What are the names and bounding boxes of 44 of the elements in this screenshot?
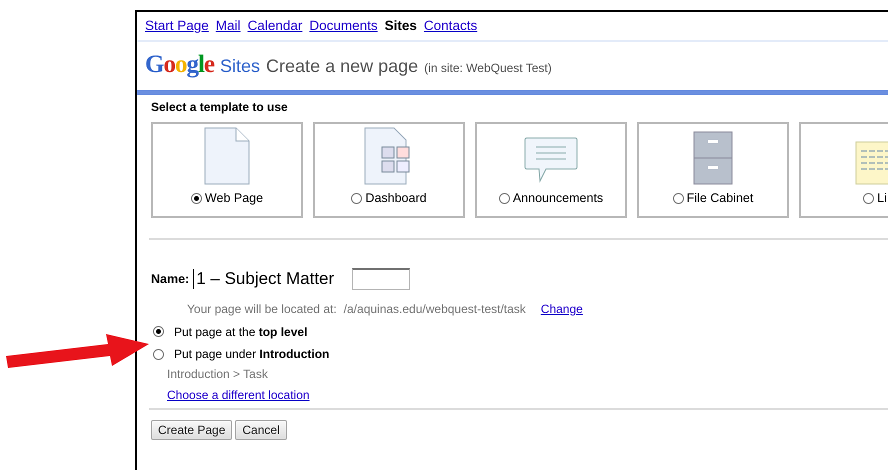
radio-button[interactable] (498, 193, 510, 204)
section-heading: Select a template to use (151, 100, 289, 114)
nav-link[interactable]: Documents (309, 16, 378, 36)
option-label: Put page under Introduction (174, 346, 330, 362)
template-label: Web Page (204, 191, 264, 206)
nav-link[interactable]: Contacts (424, 16, 478, 36)
form-button[interactable]: Cancel (235, 420, 287, 440)
name-label: Name: (151, 272, 190, 287)
speech-bubble-icon (524, 137, 578, 186)
google-logo: Google (145, 50, 214, 80)
change-link[interactable]: Change (540, 302, 583, 317)
site-note: (in site: WebQuest Test) (424, 60, 552, 78)
template-card[interactable]: Announcements (475, 122, 627, 218)
template-card[interactable]: Dashboard (313, 122, 465, 218)
page-icon (204, 127, 250, 186)
file-cabinet-icon (693, 131, 733, 186)
template-label: Li (877, 191, 887, 206)
radio-button[interactable] (190, 193, 202, 204)
radio-button[interactable] (863, 193, 874, 204)
template-card[interactable]: Li (799, 122, 888, 218)
nav-link[interactable]: Calendar (248, 16, 302, 36)
nav-current: Sites (384, 17, 417, 35)
template-label: File Cabinet (686, 191, 754, 206)
radio-button[interactable] (672, 193, 684, 204)
template-label: Dashboard (365, 191, 427, 206)
nav-link[interactable]: Mail (216, 16, 241, 36)
typed-name: 1 – Subject Matter (193, 268, 334, 290)
template-card[interactable]: File Cabinet (637, 122, 789, 218)
radio-button[interactable] (351, 193, 362, 204)
form-button[interactable]: Create Page (151, 420, 232, 440)
radio-button[interactable] (153, 348, 164, 360)
option-label: Put page at the top level (174, 324, 308, 339)
list-icon (855, 141, 888, 186)
input-field[interactable] (352, 268, 410, 290)
radio-button[interactable] (153, 326, 164, 338)
template-label: Announcements (512, 191, 604, 206)
location-path: /a/aquinas.edu/webquest-test/task (344, 302, 526, 317)
nav-link[interactable]: Start Page (145, 16, 209, 36)
template-card[interactable]: Web Page (151, 122, 303, 218)
product-name: Sites (220, 55, 260, 78)
page-title: Create a new page (266, 55, 418, 78)
location-label: Your page will be located at: (187, 302, 337, 317)
choose-location-link[interactable]: Choose a different location (167, 388, 310, 402)
breadcrumb-text: Introduction > Task (167, 367, 269, 382)
